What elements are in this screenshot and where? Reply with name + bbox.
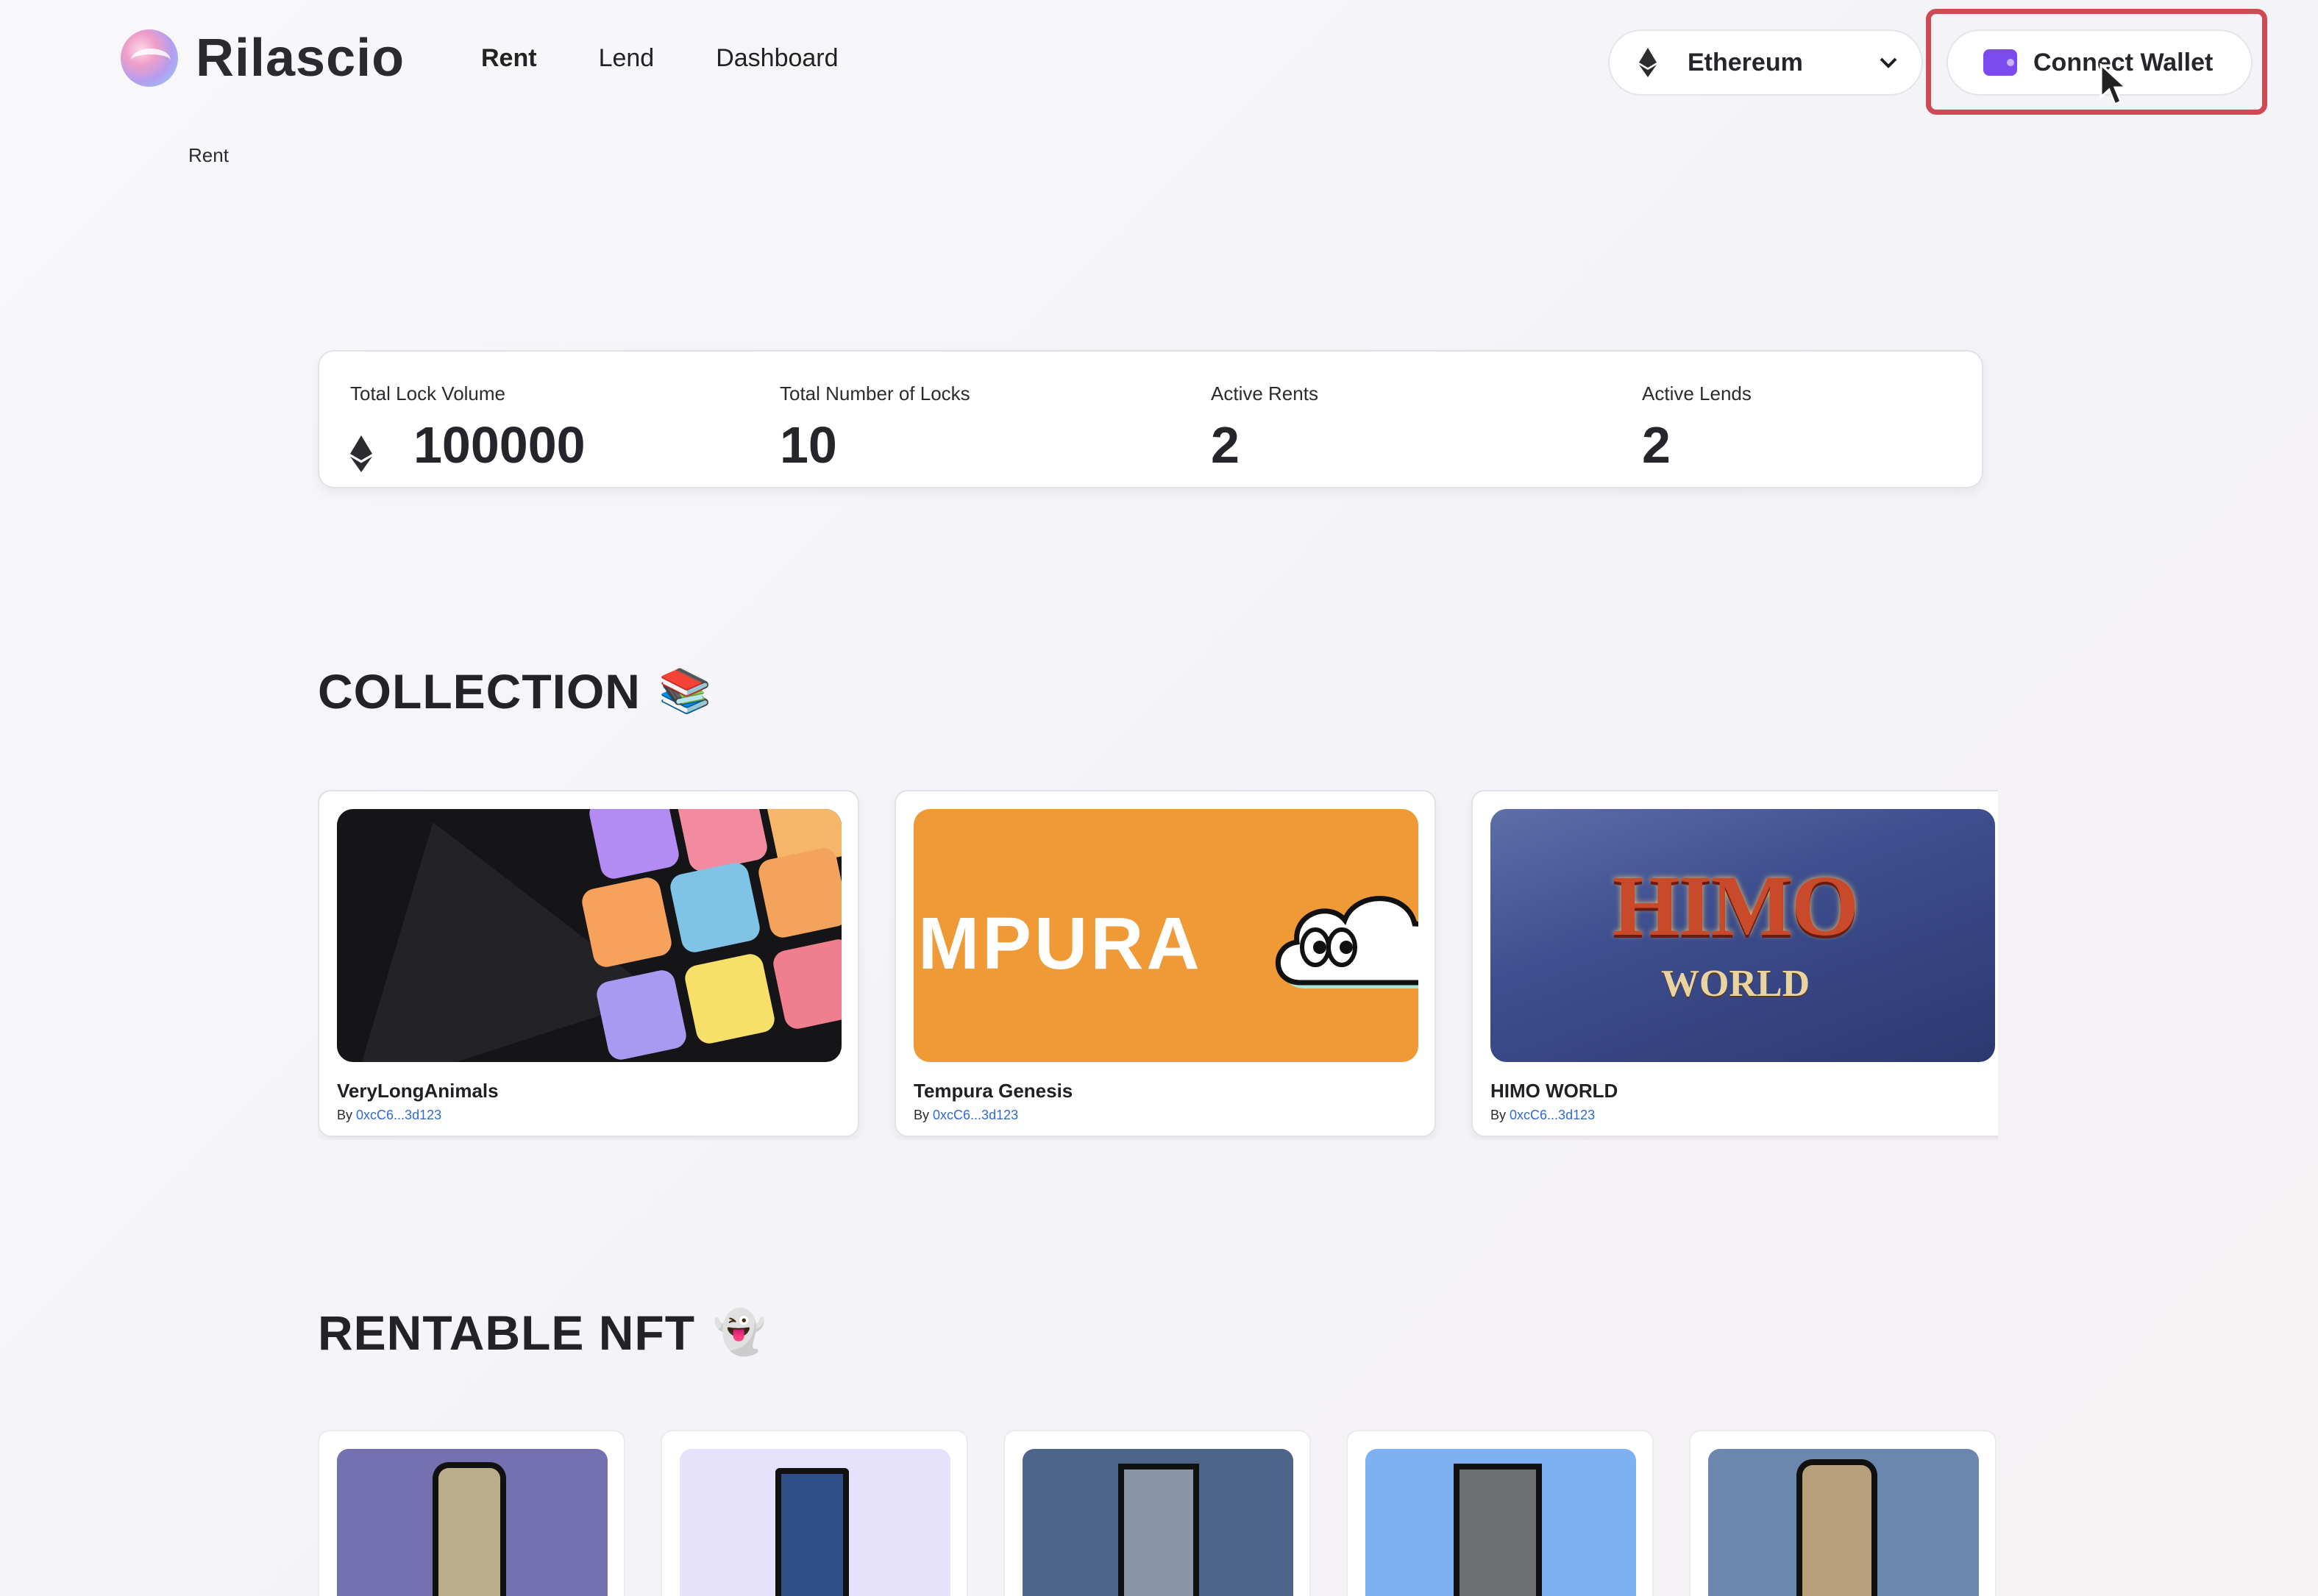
collection-name: HIMO WORLD <box>1490 1080 1618 1102</box>
collection-card-verylonganimals[interactable]: VeryLongAnimals By 0xcC6...3d123 <box>318 790 859 1137</box>
cloud-mascot-icon <box>1275 896 1418 988</box>
stat-label: Total Lock Volume <box>350 382 506 405</box>
collection-card-himo-world[interactable]: HIMO WORLD HIMO WORLD By 0xcC6...3d123 <box>1471 790 1998 1137</box>
stat-value: 2 <box>1211 416 1240 474</box>
stat-label: Active Lends <box>1642 382 1752 405</box>
stat-value: 100000 <box>413 416 586 474</box>
nft-image <box>680 1449 950 1596</box>
collection-title: COLLECTION <box>318 664 641 719</box>
nft-image <box>1023 1449 1293 1596</box>
stat-value: 2 <box>1642 416 1671 474</box>
chevron-down-icon <box>1879 51 1898 74</box>
collection-image: HIMO WORLD <box>1490 809 1995 1062</box>
ghost-icon: 👻 <box>713 1308 767 1356</box>
rentable-heading: RENTABLE NFT 👻 <box>318 1305 767 1361</box>
stat-active-rents: Active Rents 2 <box>1211 382 1318 474</box>
banner-text: MPURA <box>918 902 1203 985</box>
nft-image <box>1708 1449 1979 1596</box>
nft-image <box>337 1449 608 1596</box>
rentable-list <box>318 1430 1998 1596</box>
page: Rilascio Rent Lend Dashboard Ethereum Co… <box>0 0 2318 1596</box>
nav-lend[interactable]: Lend <box>599 44 655 73</box>
stat-value-row: 100000 <box>350 416 586 474</box>
stat-value: 10 <box>780 416 837 474</box>
nft-card[interactable] <box>318 1430 625 1596</box>
app-logo[interactable]: Rilascio <box>121 28 405 88</box>
main-nav: Rent Lend Dashboard <box>481 44 839 73</box>
books-icon: 📚 <box>658 667 713 715</box>
stat-label: Total Number of Locks <box>780 382 970 405</box>
banner-subtext: WORLD <box>1661 963 1810 1005</box>
owner-address-link[interactable]: 0xcC6...3d123 <box>1510 1108 1595 1122</box>
banner-text: HIMO <box>1613 858 1859 954</box>
stat-total-lock-volume: Total Lock Volume 100000 <box>350 382 586 474</box>
nft-card[interactable] <box>661 1430 968 1596</box>
ethereum-icon <box>350 426 372 472</box>
ethereum-icon <box>1633 48 1663 77</box>
collection-image: MPURA <box>914 809 1418 1062</box>
by-label: By <box>337 1108 353 1122</box>
logo-icon <box>121 29 178 87</box>
collection-name: Tempura Genesis <box>914 1080 1073 1102</box>
app-name: Rilascio <box>196 29 405 88</box>
by-label: By <box>914 1108 930 1122</box>
nft-image <box>1365 1449 1636 1596</box>
owner-address-link[interactable]: 0xcC6...3d123 <box>933 1108 1018 1122</box>
mouse-cursor-icon <box>2100 62 2129 107</box>
by-label: By <box>1490 1108 1507 1122</box>
wallet-icon <box>1983 49 2017 76</box>
collection-image <box>337 809 842 1062</box>
collection-list: VeryLongAnimals By 0xcC6...3d123 MPURA T… <box>318 790 1998 1140</box>
nav-rent[interactable]: Rent <box>481 44 537 73</box>
stats-panel: Total Lock Volume 100000 Total Number of… <box>318 350 1983 488</box>
nft-card[interactable] <box>1689 1430 1997 1596</box>
nft-card[interactable] <box>1003 1430 1311 1596</box>
stat-total-locks: Total Number of Locks 10 <box>780 382 970 474</box>
collection-heading: COLLECTION 📚 <box>318 663 712 719</box>
stat-active-lends: Active Lends 2 <box>1642 382 1752 474</box>
network-select[interactable]: Ethereum <box>1608 29 1923 96</box>
collection-name: VeryLongAnimals <box>337 1080 499 1102</box>
collection-card-tempura-genesis[interactable]: MPURA Tempura Genesis By 0xcC6...3d123 <box>895 790 1436 1137</box>
network-label: Ethereum <box>1688 48 1803 76</box>
nav-dashboard[interactable]: Dashboard <box>716 44 838 73</box>
nft-card[interactable] <box>1346 1430 1654 1596</box>
rentable-title: RENTABLE NFT <box>318 1305 696 1360</box>
collection-owner: By 0xcC6...3d123 <box>1490 1108 1595 1123</box>
owner-address-link[interactable]: 0xcC6...3d123 <box>356 1108 441 1122</box>
stat-label: Active Rents <box>1211 382 1318 405</box>
collection-owner: By 0xcC6...3d123 <box>337 1108 441 1123</box>
breadcrumb[interactable]: Rent <box>188 144 229 167</box>
collection-owner: By 0xcC6...3d123 <box>914 1108 1018 1123</box>
